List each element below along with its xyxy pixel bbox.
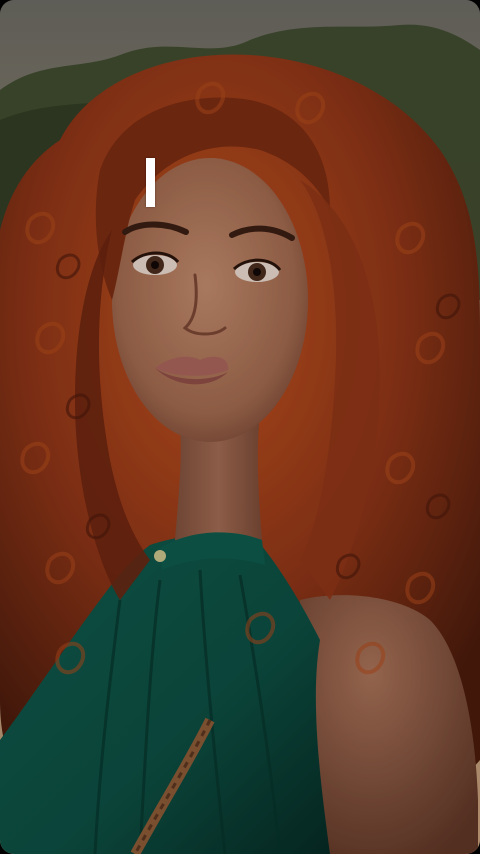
text-cursor-bar [146, 158, 155, 207]
photo-viewer [0, 0, 480, 854]
collar-button [154, 550, 166, 562]
face [112, 158, 308, 442]
portrait-photo [0, 0, 480, 854]
eye-left [130, 251, 180, 275]
eye-right [232, 258, 282, 282]
